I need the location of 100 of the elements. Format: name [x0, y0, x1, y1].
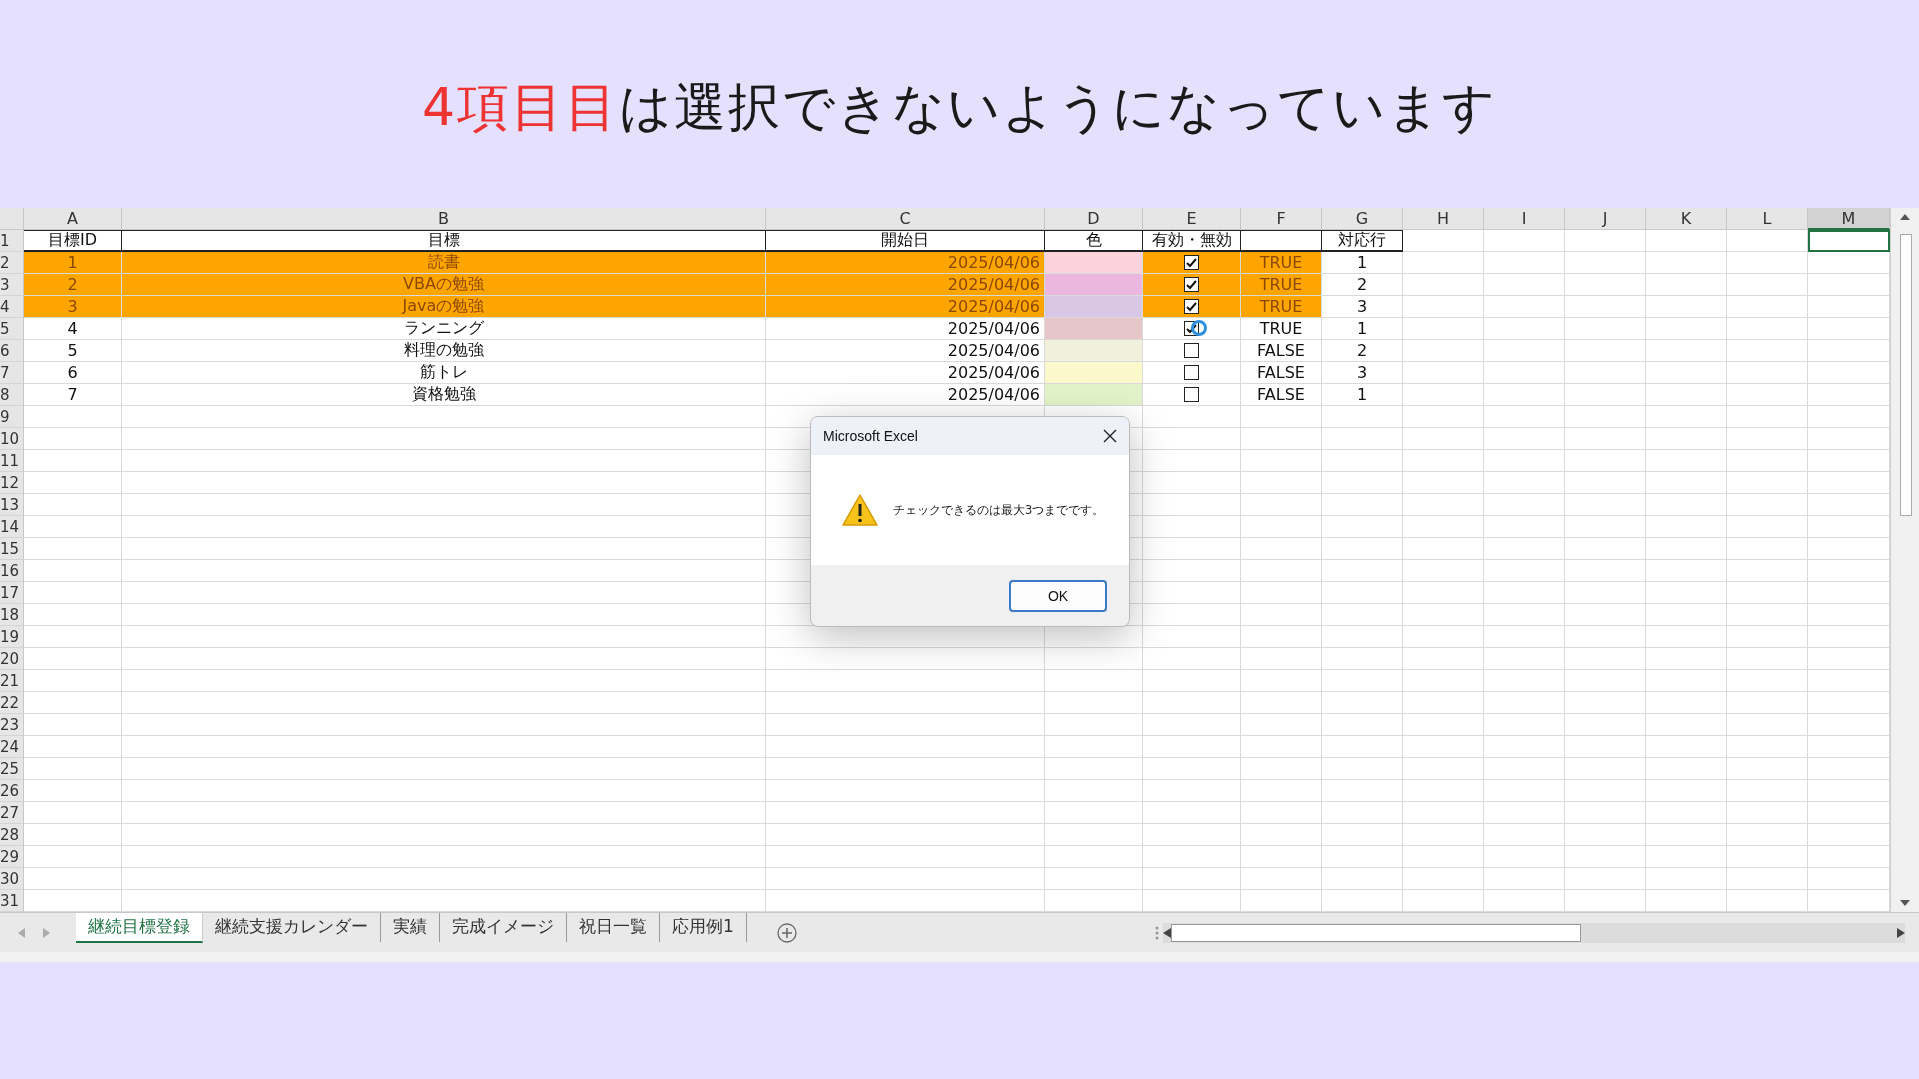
row-number[interactable]: 1	[0, 230, 24, 252]
table-cell: 読書	[122, 252, 766, 274]
row-number[interactable]: 27	[0, 802, 24, 824]
row-number[interactable]: 28	[0, 824, 24, 846]
row-number[interactable]: 3	[0, 274, 24, 296]
table-cell: 1	[1322, 252, 1403, 274]
close-icon[interactable]	[1103, 429, 1117, 443]
column-header[interactable]: I	[1484, 208, 1565, 230]
selected-cell[interactable]	[1808, 230, 1890, 252]
scroll-up-icon[interactable]	[1900, 214, 1910, 220]
checkbox[interactable]	[1184, 255, 1199, 270]
column-header[interactable]: J	[1565, 208, 1646, 230]
select-all-corner[interactable]	[0, 208, 24, 230]
checkbox[interactable]	[1184, 365, 1199, 380]
row-number[interactable]: 21	[0, 670, 24, 692]
table-cell: 2025/04/06	[766, 362, 1045, 384]
row-number[interactable]: 19	[0, 626, 24, 648]
scroll-right-icon[interactable]	[1897, 927, 1905, 938]
table-cell: TRUE	[1241, 274, 1322, 296]
scroll-down-icon[interactable]	[1900, 900, 1910, 906]
row-number[interactable]: 8	[0, 384, 24, 406]
previous-sheet-icon[interactable]	[18, 927, 25, 938]
checkbox[interactable]	[1184, 387, 1199, 402]
table-cell: 料理の勉強	[122, 340, 766, 362]
table-cell: VBAの勉強	[122, 274, 766, 296]
row-number[interactable]: 23	[0, 714, 24, 736]
column-header[interactable]: A	[24, 208, 122, 230]
table-cell: 2	[1322, 274, 1403, 296]
table-cell: TRUE	[1241, 318, 1322, 340]
row-number[interactable]: 17	[0, 582, 24, 604]
table-cell: FALSE	[1241, 384, 1322, 406]
add-sheet-icon[interactable]	[776, 922, 797, 943]
row-number[interactable]: 18	[0, 604, 24, 626]
column-header[interactable]: B	[122, 208, 766, 230]
row-number[interactable]: 13	[0, 494, 24, 516]
table-header-cell: 開始日	[766, 230, 1045, 252]
row-number[interactable]: 29	[0, 846, 24, 868]
warning-icon	[841, 493, 879, 527]
table-cell: FALSE	[1241, 362, 1322, 384]
table-cell: 3	[1322, 296, 1403, 318]
horizontal-scrollbar[interactable]	[1163, 922, 1905, 943]
scrollbar-thumb[interactable]	[1171, 923, 1581, 942]
column-header[interactable]: F	[1241, 208, 1322, 230]
row-number[interactable]: 24	[0, 736, 24, 758]
column-header[interactable]: K	[1646, 208, 1727, 230]
row-number[interactable]: 4	[0, 296, 24, 318]
column-header[interactable]: E	[1143, 208, 1241, 230]
table-cell: 6	[24, 362, 122, 384]
column-header[interactable]: D	[1045, 208, 1143, 230]
splitter-dots-icon[interactable]	[1155, 925, 1159, 940]
table-cell: 筋トレ	[122, 362, 766, 384]
vertical-scrollbar[interactable]	[1890, 208, 1919, 912]
ok-button[interactable]: OK	[1009, 579, 1107, 612]
column-header[interactable]: H	[1403, 208, 1484, 230]
dialog-title: Microsoft Excel	[823, 428, 918, 444]
dialog-message: チェックできるのは最大3つまでです。	[893, 502, 1105, 518]
checkbox[interactable]	[1184, 277, 1199, 292]
row-number[interactable]: 9	[0, 406, 24, 428]
row-number[interactable]: 26	[0, 780, 24, 802]
row-number[interactable]: 31	[0, 890, 24, 912]
table-cell: 2025/04/06	[766, 252, 1045, 274]
row-number[interactable]: 22	[0, 692, 24, 714]
row-number[interactable]: 12	[0, 472, 24, 494]
row-number[interactable]: 16	[0, 560, 24, 582]
row-number[interactable]: 14	[0, 516, 24, 538]
row-number[interactable]: 2	[0, 252, 24, 274]
checkbox[interactable]	[1184, 343, 1199, 358]
checkbox[interactable]	[1184, 299, 1199, 314]
table-cell: 資格勉強	[122, 384, 766, 406]
next-sheet-icon[interactable]	[43, 927, 50, 938]
sheet-tab[interactable]: 実績	[381, 912, 440, 943]
table-cell: 1	[1322, 384, 1403, 406]
scrollbar-thumb[interactable]	[1900, 234, 1912, 516]
row-number[interactable]: 7	[0, 362, 24, 384]
column-header[interactable]: G	[1322, 208, 1403, 230]
table-header-cell: 色	[1045, 230, 1143, 252]
sheet-tab[interactable]: 完成イメージ	[440, 912, 567, 943]
row-number[interactable]: 30	[0, 868, 24, 890]
table-cell: TRUE	[1241, 296, 1322, 318]
row-number[interactable]: 20	[0, 648, 24, 670]
table-cell: 2025/04/06	[766, 318, 1045, 340]
table-cell: 1	[24, 252, 122, 274]
row-number[interactable]: 25	[0, 758, 24, 780]
sheet-tab[interactable]: 祝日一覧	[567, 912, 660, 943]
table-cell: TRUE	[1241, 252, 1322, 274]
column-header[interactable]: L	[1727, 208, 1808, 230]
row-number[interactable]: 5	[0, 318, 24, 340]
sheet-tab[interactable]: 継続目標登録	[76, 912, 203, 943]
table-cell: 2	[1322, 340, 1403, 362]
row-number[interactable]: 10	[0, 428, 24, 450]
sheet-tab[interactable]: 継続支援カレンダー	[203, 912, 381, 943]
row-number[interactable]: 15	[0, 538, 24, 560]
row-number[interactable]: 6	[0, 340, 24, 362]
table-cell: FALSE	[1241, 340, 1322, 362]
column-header[interactable]: C	[766, 208, 1045, 230]
column-header[interactable]: M	[1808, 208, 1890, 230]
row-number[interactable]: 11	[0, 450, 24, 472]
table-cell: 3	[24, 296, 122, 318]
table-cell: 1	[1322, 318, 1403, 340]
sheet-tab[interactable]: 応用例1	[660, 912, 747, 943]
